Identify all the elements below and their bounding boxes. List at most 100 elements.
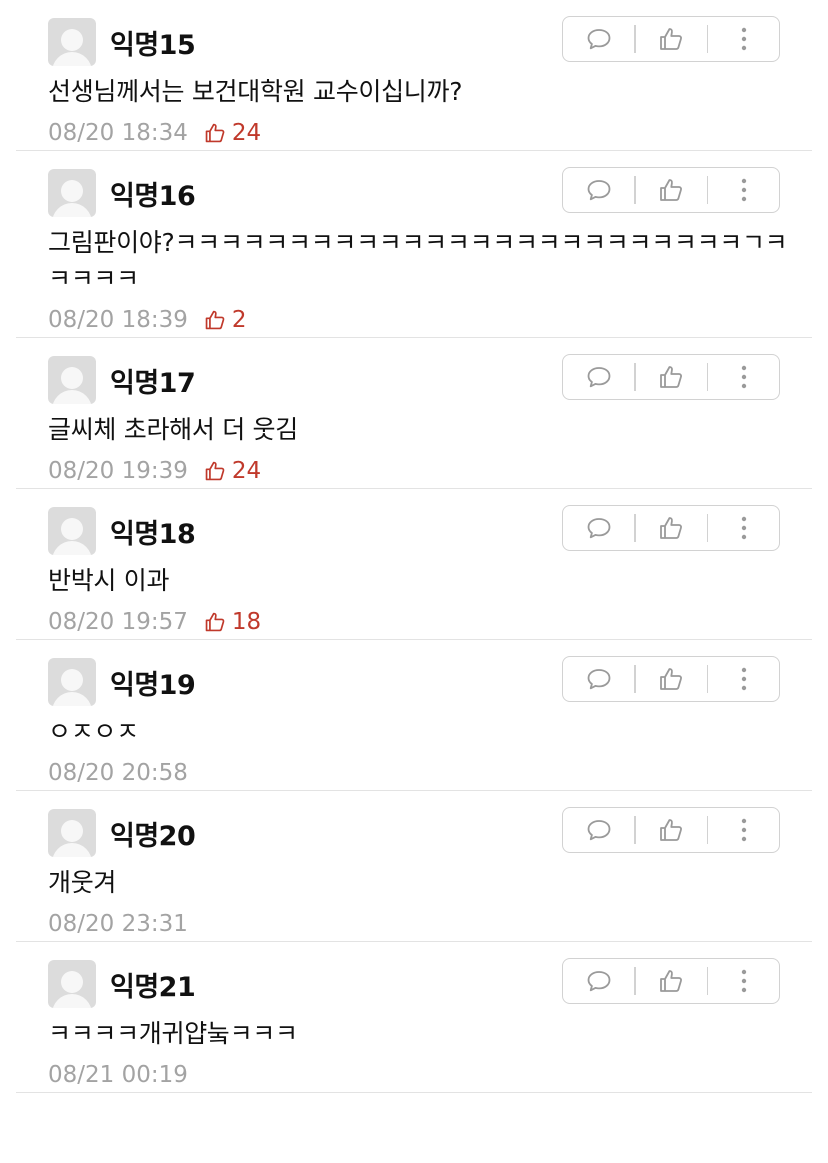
comment-time: 08/20 18:34	[48, 120, 188, 146]
avatar	[48, 960, 96, 1008]
speech-bubble-icon	[587, 971, 610, 992]
avatar	[48, 507, 96, 555]
reply-button[interactable]	[563, 355, 634, 399]
like-button[interactable]	[636, 168, 707, 212]
vertical-dots-icon	[741, 969, 746, 993]
comment-time: 08/20 19:39	[48, 458, 188, 484]
comment-time: 08/20 23:31	[48, 911, 188, 937]
comment-actions	[562, 16, 780, 62]
comment-meta: 08/20 20:58	[48, 756, 812, 790]
comment-text: ㅇㅈㅇㅈ	[48, 717, 139, 746]
comment-actions	[562, 167, 780, 213]
comment-list: 익명15 선생님께서는 보건대학원 교수이십니까? 08/20 18:34 24…	[0, 0, 828, 1093]
like-count-value: 2	[231, 307, 247, 333]
like-button[interactable]	[636, 506, 707, 550]
avatar	[48, 169, 96, 217]
more-button[interactable]	[708, 168, 779, 212]
more-button[interactable]	[708, 959, 779, 1003]
like-count-value: 18	[231, 609, 262, 635]
comment-time: 08/20 19:57	[48, 609, 188, 635]
comment-text: 개웃겨	[48, 868, 117, 897]
like-button[interactable]	[636, 959, 707, 1003]
comment-meta: 08/20 19:57 18	[48, 605, 812, 639]
comment-time: 08/20 20:58	[48, 760, 188, 786]
like-count: 24	[204, 120, 261, 146]
comment-meta: 08/20 23:31	[48, 907, 812, 941]
vertical-dots-icon	[741, 818, 746, 842]
comment-meta: 08/20 19:39 24	[48, 454, 812, 488]
more-button[interactable]	[708, 808, 779, 852]
thumbs-up-icon	[205, 123, 225, 143]
vertical-dots-icon	[741, 516, 746, 540]
avatar	[48, 809, 96, 857]
comment-item: 익명20 개웃겨 08/20 23:31	[16, 791, 812, 942]
speech-bubble-icon	[587, 29, 610, 50]
like-button[interactable]	[636, 657, 707, 701]
more-button[interactable]	[708, 17, 779, 61]
thumbs-up-icon	[205, 310, 225, 330]
comment-author: 익명17	[110, 367, 196, 399]
vertical-dots-icon	[741, 365, 746, 389]
comment-meta: 08/20 18:39 2	[48, 303, 812, 337]
speech-bubble-icon	[587, 820, 610, 841]
comment-actions	[562, 958, 780, 1004]
comment-meta: 08/20 18:34 24	[48, 116, 812, 150]
like-button[interactable]	[636, 17, 707, 61]
comment-text: ㅋㅋㅋㅋ개귀얍눜ㅋㅋㅋ	[48, 1019, 298, 1048]
thumbs-up-icon	[660, 179, 682, 201]
speech-bubble-icon	[587, 180, 610, 201]
speech-bubble-icon	[587, 367, 610, 388]
thumbs-up-icon	[205, 612, 225, 632]
comment-actions	[562, 807, 780, 853]
reply-button[interactable]	[563, 17, 634, 61]
like-button[interactable]	[636, 355, 707, 399]
comment-actions	[562, 656, 780, 702]
comment-actions	[562, 505, 780, 551]
thumbs-up-icon	[660, 28, 682, 50]
comment-text: 그림판이야?ㅋㅋㅋㅋㅋㅋㅋㅋㅋㅋㅋㅋㅋㅋㅋㅋㅋㅋㅋㅋㅋㅋㅋㅋㅋㄱㅋ ㅋㅋㅋㅋ	[48, 228, 788, 293]
comment-text: 반박시 이과	[48, 566, 170, 595]
speech-bubble-icon	[587, 518, 610, 539]
comment-author: 익명21	[110, 971, 196, 1003]
thumbs-up-icon	[205, 461, 225, 481]
more-button[interactable]	[708, 355, 779, 399]
more-button[interactable]	[708, 506, 779, 550]
comment-text: 선생님께서는 보건대학원 교수이십니까?	[48, 77, 463, 106]
like-count-value: 24	[231, 458, 262, 484]
vertical-dots-icon	[741, 667, 746, 691]
speech-bubble-icon	[587, 669, 610, 690]
like-count: 24	[204, 458, 261, 484]
comment-item: 익명19 ㅇㅈㅇㅈ 08/20 20:58	[16, 640, 812, 791]
comment-author: 익명18	[110, 518, 196, 550]
comment-author: 익명19	[110, 669, 196, 701]
comment-time: 08/20 18:39	[48, 307, 188, 333]
thumbs-up-icon	[660, 819, 682, 841]
avatar	[48, 658, 96, 706]
thumbs-up-icon	[660, 366, 682, 388]
avatar	[48, 18, 96, 66]
avatar	[48, 356, 96, 404]
comment-item: 익명17 글씨체 초라해서 더 웃김 08/20 19:39 24	[16, 338, 812, 489]
comment-meta: 08/21 00:19	[48, 1058, 812, 1092]
comment-author: 익명20	[110, 820, 196, 852]
reply-button[interactable]	[563, 657, 634, 701]
thumbs-up-icon	[660, 970, 682, 992]
like-count-value: 24	[231, 120, 262, 146]
comment-actions	[562, 354, 780, 400]
more-button[interactable]	[708, 657, 779, 701]
reply-button[interactable]	[563, 808, 634, 852]
thumbs-up-icon	[660, 517, 682, 539]
comment-text: 글씨체 초라해서 더 웃김	[48, 415, 298, 444]
vertical-dots-icon	[741, 178, 746, 202]
comment-item: 익명21 ㅋㅋㅋㅋ개귀얍눜ㅋㅋㅋ 08/21 00:19	[16, 942, 812, 1093]
comment-item: 익명18 반박시 이과 08/20 19:57 18	[16, 489, 812, 640]
reply-button[interactable]	[563, 959, 634, 1003]
thumbs-up-icon	[660, 668, 682, 690]
comment-item: 익명15 선생님께서는 보건대학원 교수이십니까? 08/20 18:34 24	[16, 0, 812, 151]
comment-author: 익명16	[110, 180, 196, 212]
reply-button[interactable]	[563, 506, 634, 550]
reply-button[interactable]	[563, 168, 634, 212]
like-button[interactable]	[636, 808, 707, 852]
comment-author: 익명15	[110, 29, 196, 61]
like-count: 2	[204, 307, 247, 333]
